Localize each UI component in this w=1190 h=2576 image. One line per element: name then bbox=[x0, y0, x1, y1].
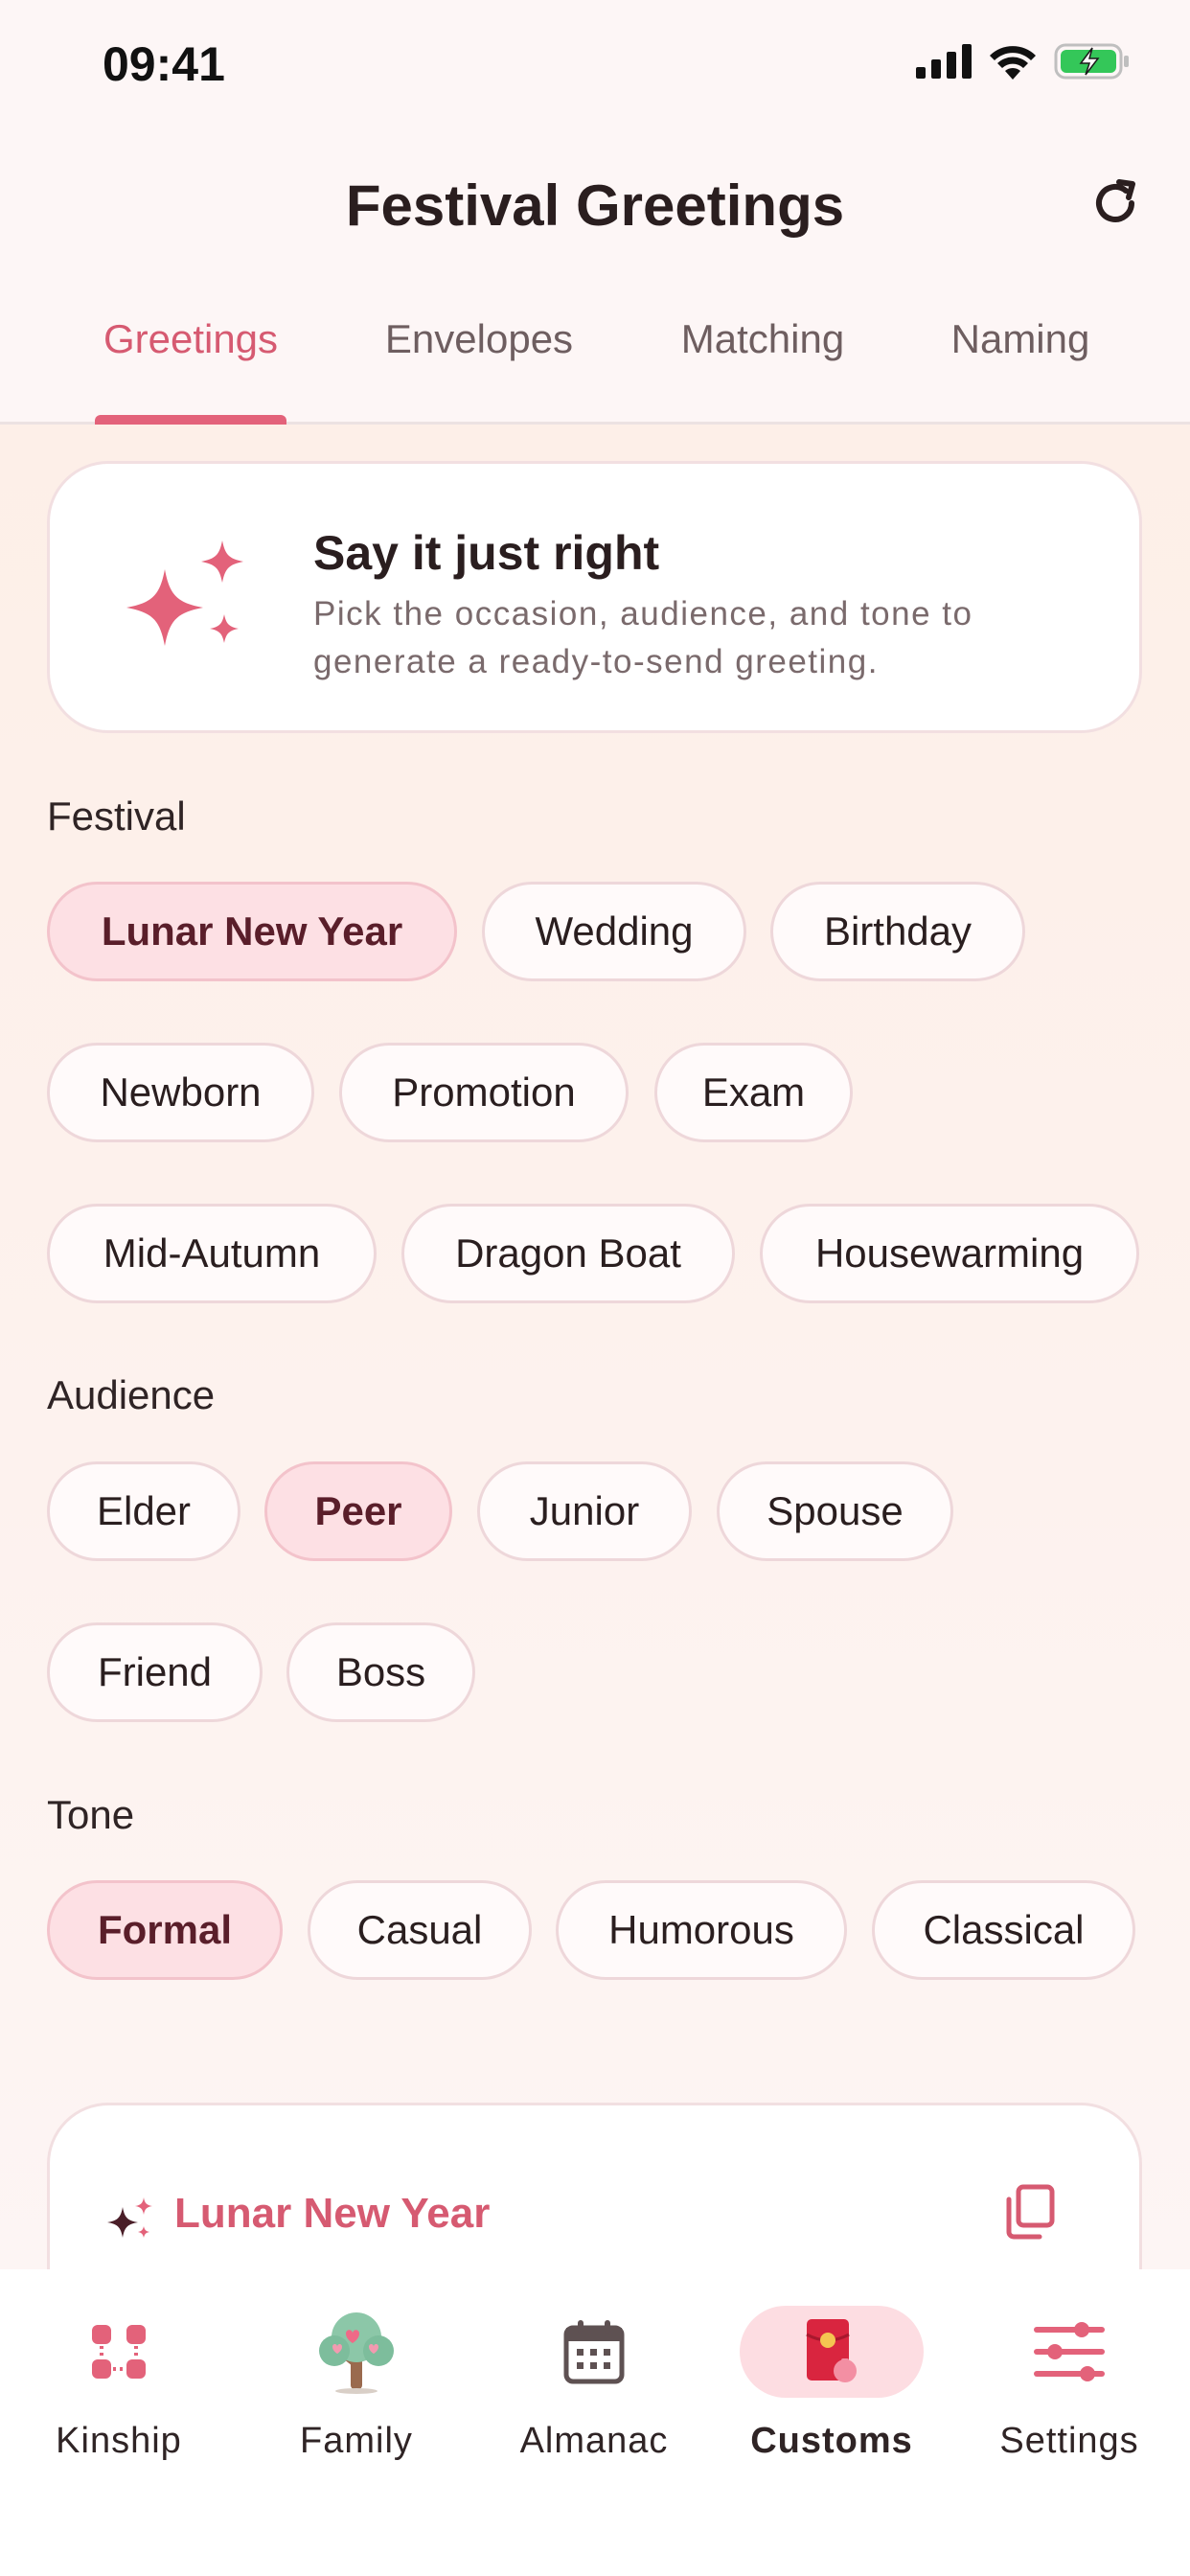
audience-chip-junior[interactable]: Junior bbox=[477, 1461, 692, 1561]
nav-label: Family bbox=[300, 2421, 413, 2461]
tab-naming[interactable]: Naming bbox=[946, 316, 1095, 362]
tone-chip-classical[interactable]: Classical bbox=[872, 1880, 1135, 1980]
active-tab-indicator bbox=[95, 415, 286, 425]
copy-icon[interactable] bbox=[1005, 2184, 1055, 2240]
festival-chip-dragon-boat[interactable]: Dragon Boat bbox=[401, 1204, 735, 1303]
tab-label: Matching bbox=[680, 316, 845, 361]
nav-label: Customs bbox=[750, 2421, 913, 2461]
nav-icon-wrap bbox=[740, 2306, 924, 2398]
top-bar: 09:41 Festival Greetings Greetings Envel… bbox=[0, 0, 1190, 425]
nav-item-customs[interactable]: Customs bbox=[713, 2269, 950, 2518]
festival-chip-housewarming[interactable]: Housewarming bbox=[760, 1204, 1139, 1303]
festival-chip-lunar-new-year[interactable]: Lunar New Year bbox=[47, 882, 457, 981]
tone-label: Tone bbox=[47, 1792, 135, 1837]
nav-icon-wrap bbox=[502, 2306, 686, 2398]
audience-chip-peer[interactable]: Peer bbox=[264, 1461, 452, 1561]
tone-chip-formal[interactable]: Formal bbox=[47, 1880, 283, 1980]
calendar-icon bbox=[563, 2320, 625, 2384]
audience-label: Audience bbox=[47, 1372, 216, 1417]
sliders-icon bbox=[1034, 2322, 1105, 2381]
intro-card: Say it just right Pick the occasion, aud… bbox=[47, 461, 1142, 733]
nav-item-settings[interactable]: Settings bbox=[950, 2269, 1188, 2518]
nav-icon-wrap bbox=[264, 2306, 448, 2398]
festival-label: Festival bbox=[47, 794, 186, 839]
tone-chip-casual[interactable]: Casual bbox=[308, 1880, 532, 1980]
festival-chip-wedding[interactable]: Wedding bbox=[482, 882, 746, 981]
nav-icon-wrap bbox=[977, 2306, 1161, 2398]
nav-icon-wrap bbox=[27, 2306, 211, 2398]
sparkles-icon bbox=[126, 540, 243, 646]
festival-chip-birthday[interactable]: Birthday bbox=[770, 882, 1025, 981]
festival-chip-exam[interactable]: Exam bbox=[654, 1043, 853, 1142]
nav-label: Almanac bbox=[519, 2421, 669, 2461]
tab-matching[interactable]: Matching bbox=[671, 316, 855, 362]
battery-charging-icon bbox=[1054, 43, 1129, 80]
nav-item-almanac[interactable]: Almanac bbox=[475, 2269, 713, 2518]
tab-bar: Greetings Envelopes Matching Naming bbox=[0, 316, 1190, 425]
kinship-icon bbox=[92, 2325, 146, 2379]
system-icons bbox=[916, 42, 1131, 80]
nav-item-family[interactable]: Family bbox=[238, 2269, 475, 2518]
status-time: 09:41 bbox=[103, 37, 225, 91]
tab-label: Naming bbox=[950, 316, 1090, 361]
family-tree-icon bbox=[319, 2312, 394, 2394]
nav-label: Kinship bbox=[56, 2421, 182, 2461]
audience-chip-friend[interactable]: Friend bbox=[47, 1622, 263, 1722]
tab-label: Greetings bbox=[103, 316, 279, 361]
audience-chip-boss[interactable]: Boss bbox=[286, 1622, 475, 1722]
festival-chip-promotion[interactable]: Promotion bbox=[339, 1043, 629, 1142]
cellular-signal-icon bbox=[916, 44, 972, 79]
refresh-icon[interactable] bbox=[1087, 174, 1144, 232]
red-envelope-icon bbox=[806, 2319, 857, 2382]
result-title: Lunar New Year bbox=[174, 2190, 491, 2237]
bottom-navigation: Kinship Family Almanac Customs Settings bbox=[0, 2269, 1190, 2576]
tab-envelopes[interactable]: Envelopes bbox=[378, 316, 580, 362]
intro-title: Say it just right bbox=[313, 526, 660, 580]
intro-description: Pick the occasion, audience, and tone to… bbox=[313, 595, 973, 680]
page-title: Festival Greetings bbox=[345, 173, 845, 238]
tab-greetings[interactable]: Greetings bbox=[95, 316, 286, 425]
festival-chip-newborn[interactable]: Newborn bbox=[47, 1043, 314, 1142]
festival-chip-mid-autumn[interactable]: Mid-Autumn bbox=[47, 1204, 377, 1303]
nav-item-kinship[interactable]: Kinship bbox=[0, 2269, 238, 2518]
wifi-icon bbox=[990, 46, 1036, 80]
nav-label: Settings bbox=[999, 2421, 1139, 2461]
sparkles-icon bbox=[107, 2197, 152, 2238]
tone-chip-humorous[interactable]: Humorous bbox=[556, 1880, 847, 1980]
audience-chip-spouse[interactable]: Spouse bbox=[717, 1461, 953, 1561]
status-bar: 09:41 bbox=[0, 0, 1190, 134]
audience-chip-elder[interactable]: Elder bbox=[47, 1461, 240, 1561]
tab-label: Envelopes bbox=[384, 316, 574, 361]
